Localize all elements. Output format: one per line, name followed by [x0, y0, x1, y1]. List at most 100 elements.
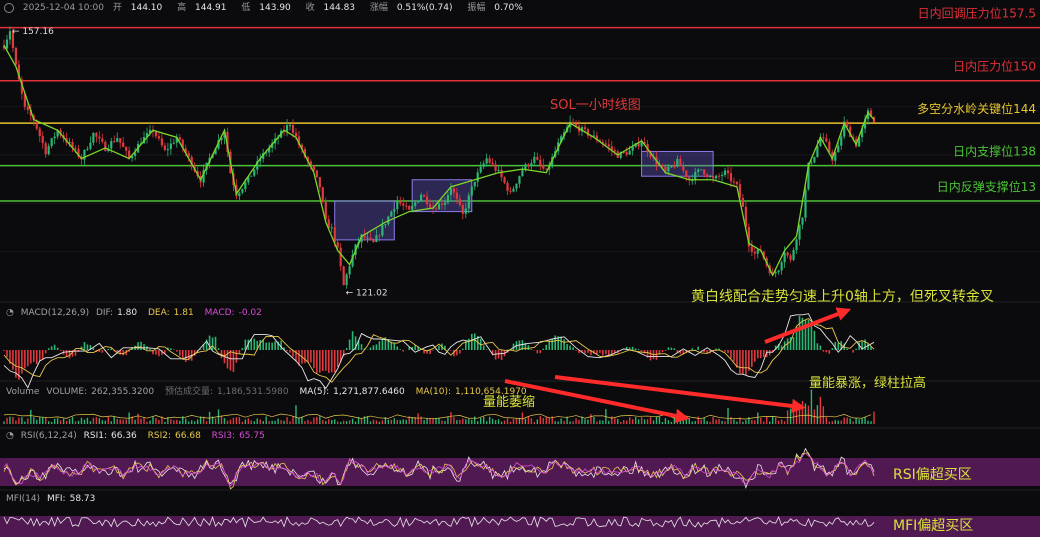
- candle: [14, 48, 18, 65]
- candle: [336, 242, 339, 248]
- candle: [53, 136, 56, 139]
- candle: [515, 183, 518, 189]
- candle: [729, 173, 733, 182]
- candle: [539, 159, 542, 165]
- candle: [712, 176, 715, 179]
- candle: [583, 127, 587, 130]
- candle: [244, 182, 247, 189]
- candle: [414, 202, 417, 206]
- mfi-value: 58.73: [69, 494, 96, 504]
- alarm-icon[interactable]: ◔: [6, 308, 14, 318]
- candle: [676, 158, 679, 167]
- candle: [530, 163, 533, 167]
- candle: [673, 166, 676, 168]
- candle: [792, 249, 795, 260]
- candle: [479, 166, 482, 173]
- candle: [497, 169, 500, 171]
- candle: [178, 137, 181, 140]
- annotation-arrow-head: [791, 399, 806, 413]
- candle: [717, 175, 721, 177]
- candle: [26, 107, 29, 110]
- chart-title: SOL一小时线图: [550, 98, 641, 113]
- candle: [366, 237, 369, 239]
- candle: [679, 158, 682, 167]
- candle: [789, 255, 792, 260]
- candle: [5, 39, 9, 49]
- candle: [321, 187, 324, 202]
- candle: [756, 249, 759, 254]
- candle: [285, 125, 289, 132]
- candle: [452, 188, 455, 193]
- annotation-text: RSI偏超买区: [893, 467, 972, 483]
- candle: [250, 175, 253, 177]
- candle: [369, 237, 372, 240]
- candle: [533, 156, 536, 164]
- candle: [670, 166, 673, 168]
- candle: [381, 225, 384, 236]
- candle: [801, 217, 804, 225]
- header-high: 144.91: [195, 3, 227, 13]
- candle: [38, 128, 41, 137]
- ohlc-header: 2025-12-04 10:00 开 144.10 高 144.91 低 143…: [4, 0, 535, 13]
- chart-canvas[interactable]: 日内回调压力位157.5 日内压力位150 多空分水岭关键位144 日内支撑位138 日…: [0, 0, 1040, 537]
- candle: [390, 211, 393, 217]
- candle: [443, 202, 447, 205]
- candle: [706, 174, 709, 177]
- candle: [804, 189, 807, 218]
- candle: [330, 227, 333, 229]
- candle: [726, 170, 730, 174]
- candle: [467, 195, 470, 209]
- candle: [160, 138, 164, 146]
- min-price-marker: ← 121.02: [346, 289, 388, 299]
- candle: [607, 144, 610, 147]
- candle: [312, 165, 315, 171]
- volume-ma5: 1,271,877.6460: [333, 387, 405, 397]
- rsi1-value: 66.36: [111, 431, 137, 441]
- candle: [154, 131, 158, 137]
- candle: [732, 181, 736, 183]
- header-low: 143.90: [259, 3, 291, 13]
- candle: [315, 170, 318, 178]
- candle: [92, 132, 95, 143]
- candle: [172, 142, 175, 144]
- candle: [786, 252, 789, 256]
- candle: [697, 169, 700, 172]
- annotation-text: 量能暴涨，绿柱拉高: [809, 375, 926, 391]
- candle: [777, 270, 780, 273]
- level-label: 日内压力位150: [953, 59, 1036, 74]
- candle: [840, 136, 843, 146]
- candle: [348, 266, 351, 275]
- rsi3-value: 65.75: [239, 431, 265, 441]
- macd-title: ◔ MACD(12,26,9) DIF: 1.80 DEA: 1.81 MACD: -…: [6, 308, 262, 318]
- candle: [485, 158, 488, 164]
- candle: [345, 274, 348, 286]
- candle: [291, 125, 295, 133]
- candle: [449, 188, 453, 196]
- candle: [101, 138, 104, 142]
- rsi2-value: 66.68: [175, 431, 201, 441]
- candle: [446, 195, 450, 203]
- candle: [122, 142, 125, 148]
- candle: [464, 208, 467, 214]
- candle: [420, 194, 423, 201]
- candle: [461, 205, 464, 214]
- rsi-name: RSI(6,12,24): [20, 431, 77, 441]
- candle: [753, 251, 756, 254]
- volume-name: Volume: [6, 387, 40, 397]
- volume-value: 262,355.3200: [91, 387, 155, 397]
- mfi-title: MFI(14) MFI: 58.73: [6, 494, 96, 504]
- candle: [342, 266, 345, 286]
- candle: [104, 141, 107, 152]
- candle: [458, 198, 461, 206]
- alarm-icon[interactable]: ◔: [6, 431, 14, 441]
- header-open: 144.10: [130, 3, 163, 13]
- annotation-text: 黄白线配合走势匀速上升0轴上方，但死叉转金叉: [691, 288, 994, 305]
- candle: [50, 138, 53, 147]
- candle: [685, 170, 688, 178]
- macd-value: -0.02: [238, 308, 262, 318]
- candle: [119, 138, 122, 143]
- settings-icon[interactable]: [4, 2, 14, 13]
- header-amp: 0.70%: [494, 3, 523, 13]
- candle: [396, 201, 399, 210]
- macd-dif: 1.80: [117, 308, 138, 318]
